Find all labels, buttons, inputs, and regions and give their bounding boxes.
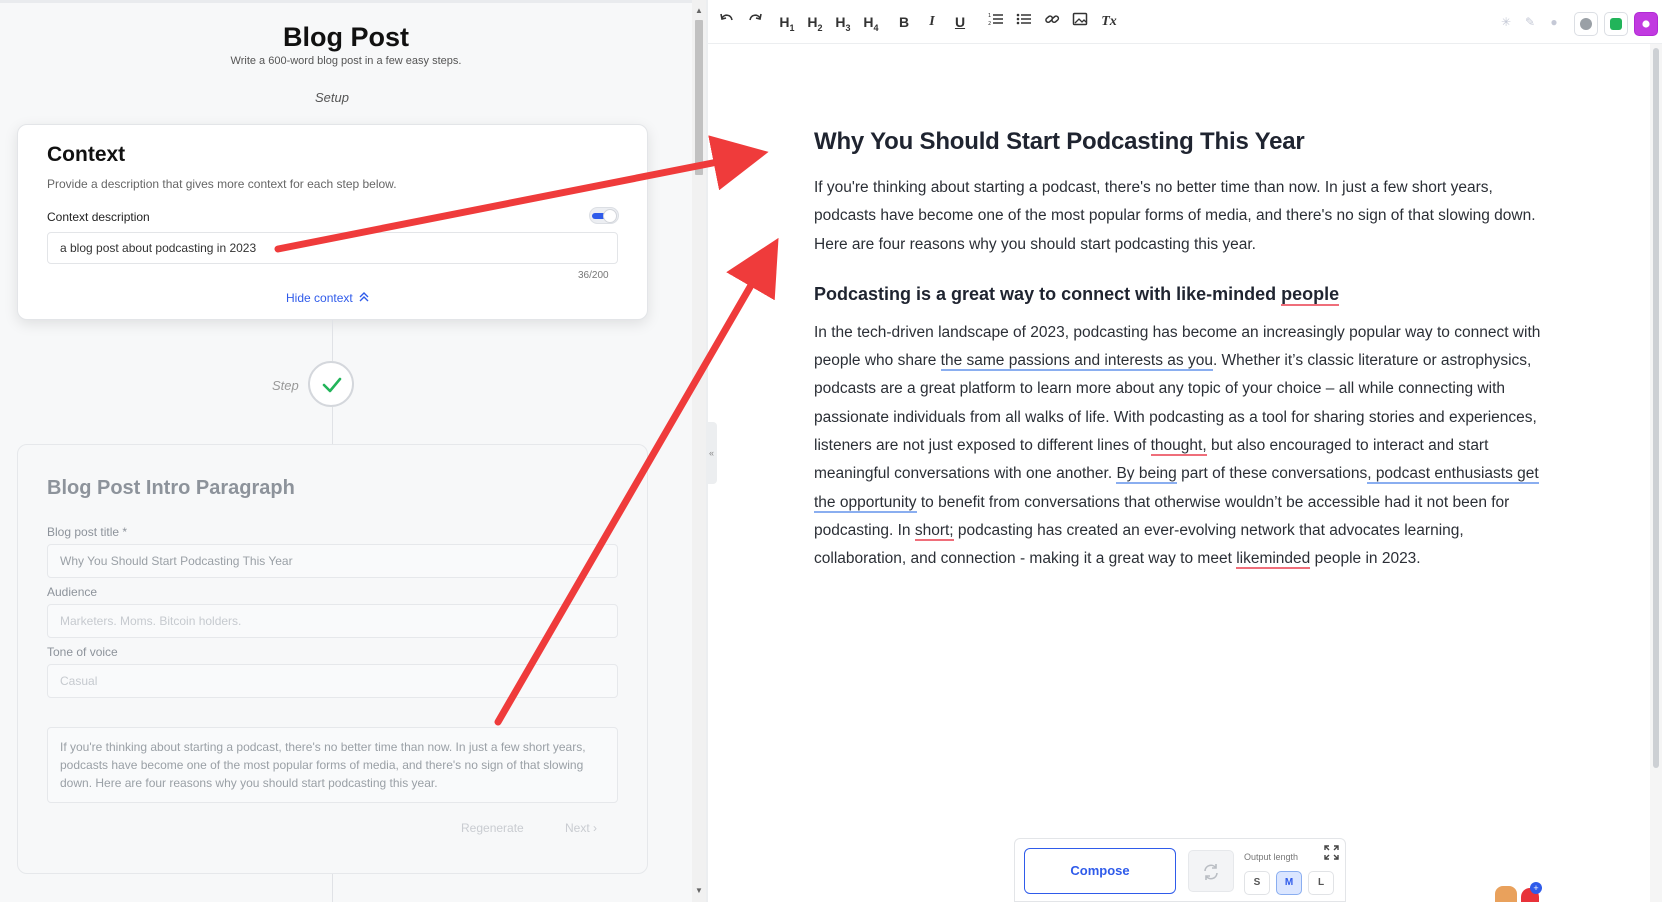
image-icon[interactable] [1070, 11, 1090, 33]
plus-icon: + [1530, 882, 1542, 894]
scrollbar-thumb[interactable] [695, 20, 703, 175]
undo-icon[interactable] [716, 11, 738, 33]
hide-context-label: Hide context [286, 291, 353, 305]
page-title: Blog Post [283, 22, 409, 52]
svg-text:2: 2 [988, 21, 991, 27]
shield-extension-button[interactable] [1604, 12, 1628, 36]
regenerate-button[interactable]: Regenerate [461, 821, 524, 835]
spelling-flag[interactable]: likeminded [1236, 550, 1311, 570]
editor-toolbar: H1 H2 H3 H4 B I U 12 Tx ✳ ✎ ● [708, 0, 1662, 44]
svg-text:1: 1 [988, 13, 991, 19]
section-heading: Podcasting is a great way to connect wit… [814, 283, 1340, 306]
scroll-down-icon[interactable]: ▼ [695, 886, 703, 895]
tone-input[interactable]: Casual [47, 664, 618, 698]
top-divider [0, 0, 692, 3]
italic-button[interactable]: I [922, 11, 942, 33]
refresh-icon [1204, 863, 1218, 880]
expand-icon[interactable] [1324, 845, 1339, 863]
page-subtitle: Write a 600-word blog post in a few easy… [230, 55, 462, 67]
blog-title-input[interactable]: Why You Should Start Podcasting This Yea… [47, 544, 618, 578]
intro-paragraph: If you're thinking about starting a podc… [814, 179, 1536, 253]
next-button[interactable]: Next › [565, 821, 597, 835]
underline-button[interactable]: U [950, 11, 970, 33]
context-description: Provide a description that gives more co… [47, 177, 397, 191]
suggestion-highlight[interactable]: the same passions and interests as you [940, 352, 1213, 372]
output-size-medium[interactable]: M [1276, 871, 1302, 895]
setup-label: Setup [315, 90, 349, 105]
clear-format-button[interactable]: Tx [1098, 11, 1120, 33]
scroll-up-icon[interactable]: ▲ [695, 6, 703, 15]
heading-4-button[interactable]: H4 [860, 11, 882, 33]
blog-title-label: Blog post title * [47, 525, 128, 539]
hide-context-button[interactable]: Hide context [286, 291, 369, 305]
output-size-large[interactable]: L [1308, 871, 1334, 895]
chevron-double-up-icon [359, 291, 369, 305]
audience-label: Audience [47, 585, 98, 599]
spelling-flag[interactable]: people [1281, 283, 1340, 306]
pen-icon[interactable]: ✎ [1522, 11, 1538, 33]
circle-icon[interactable]: ● [1546, 11, 1562, 33]
heading-3-button[interactable]: H3 [832, 11, 854, 33]
audience-input[interactable]: Marketers. Moms. Bitcoin holders. [47, 604, 618, 638]
spelling-flag[interactable]: thought, [1150, 437, 1207, 457]
redo-icon[interactable] [744, 11, 766, 33]
character-counter: 36/200 [578, 270, 609, 281]
context-card: Context Provide a description that gives… [17, 124, 648, 320]
toggle-knob [603, 209, 617, 223]
step-connector [332, 320, 333, 361]
grammarly-extension-button[interactable] [1574, 12, 1598, 36]
context-toggle[interactable] [589, 207, 619, 224]
step-complete-indicator [308, 361, 354, 407]
collapse-panel-button[interactable]: « [706, 422, 717, 484]
article-title: Why You Should Start Podcasting This Yea… [814, 128, 1305, 155]
compose-button[interactable]: Compose [1024, 848, 1176, 894]
output-length-label: Output length [1244, 852, 1299, 862]
step-heading: Blog Post Intro Paragraph [47, 477, 295, 499]
context-field-label: Context description [47, 210, 150, 224]
body-paragraph: In the tech-driven landscape of 2023, po… [814, 323, 1541, 570]
output-size-small[interactable]: S [1244, 871, 1270, 895]
step-label: Step [272, 378, 299, 393]
shield-icon [1610, 18, 1622, 30]
left-scrollbar[interactable]: ▲ ▼ [692, 0, 706, 902]
tone-label: Tone of voice [47, 645, 118, 659]
step-connector [332, 407, 333, 444]
notification-badge-icon[interactable]: + [1521, 882, 1542, 902]
spelling-flag[interactable]: short; [914, 521, 954, 541]
left-panel: Blog Post Write a 600-word blog post in … [0, 0, 692, 902]
ordered-list-icon[interactable]: 12 [986, 11, 1006, 33]
bullet-list-icon[interactable] [1014, 11, 1034, 33]
grammarly-icon [1580, 18, 1592, 30]
refresh-button[interactable] [1188, 850, 1234, 892]
context-description-input[interactable]: a blog post about podcasting in 2023 [47, 232, 618, 264]
step-connector [332, 874, 333, 902]
compose-panel: Compose Output length S M L [1014, 838, 1346, 902]
scrollbar-thumb[interactable] [1653, 48, 1659, 768]
intro-paragraph-textarea[interactable]: If you're thinking about starting a podc… [47, 727, 618, 803]
editor-content[interactable]: Why You Should Start Podcasting This Yea… [814, 128, 1556, 574]
context-heading: Context [47, 143, 126, 166]
bold-button[interactable]: B [894, 11, 914, 33]
intro-paragraph-step-card: Blog Post Intro Paragraph Blog post titl… [17, 444, 648, 874]
check-icon [322, 377, 342, 393]
editor-scrollbar[interactable] [1650, 44, 1662, 902]
mascot-icon[interactable] [1495, 886, 1517, 902]
sparkle-icon[interactable]: ✳ [1498, 11, 1514, 33]
extension-button[interactable] [1634, 12, 1658, 36]
link-icon[interactable] [1042, 11, 1062, 33]
heading-1-button[interactable]: H1 [776, 11, 798, 33]
heading-2-button[interactable]: H2 [804, 11, 826, 33]
suggestion-highlight[interactable]: By being [1116, 465, 1177, 485]
extension-icon [1642, 20, 1650, 28]
